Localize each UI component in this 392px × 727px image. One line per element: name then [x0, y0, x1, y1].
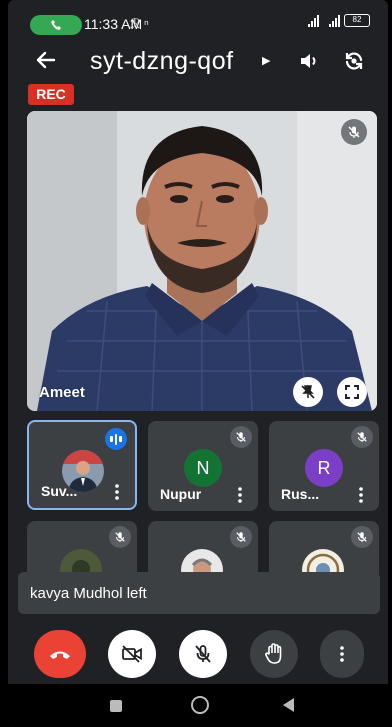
more-vert-icon[interactable]	[359, 487, 363, 503]
avatar: R	[305, 449, 343, 487]
mic-off-icon	[230, 526, 252, 548]
signal-icon-2	[329, 14, 340, 27]
home-button[interactable]	[191, 696, 209, 714]
speaking-icon	[105, 428, 127, 450]
chevron-right-icon[interactable]: ▶	[262, 54, 270, 67]
meet-screen: 11:33 AM ℛ ⁿ 82 syt-dzng-qof ▶ REC Ameet…	[8, 0, 388, 727]
system-navigation-bar	[8, 684, 388, 727]
switch-camera-icon[interactable]	[342, 49, 366, 73]
participant-tile[interactable]: R Rus...	[269, 421, 379, 511]
more-vert-icon	[340, 646, 344, 662]
end-call-button[interactable]	[34, 630, 86, 678]
system-status-icons: 82	[308, 14, 370, 27]
camera-off-icon	[122, 645, 142, 663]
status-bar: 11:33 AM ℛ ⁿ 82	[8, 0, 388, 38]
back-button[interactable]	[283, 698, 294, 712]
battery-icon: 82	[344, 14, 370, 27]
recording-badge: REC	[28, 84, 74, 105]
pin-off-icon[interactable]	[293, 377, 323, 407]
main-video-tile[interactable]: Ameet	[27, 111, 377, 411]
notification-icons: ℛ ⁿ	[130, 16, 149, 31]
participant-name: Suv...	[41, 483, 78, 499]
participant-name: Rus...	[281, 486, 320, 502]
phone-icon	[51, 20, 61, 30]
mic-off-icon	[351, 426, 373, 448]
raise-hand-icon	[265, 643, 282, 664]
mic-off-icon	[351, 526, 373, 548]
microphone-toggle-button[interactable]	[179, 630, 227, 678]
more-vert-icon[interactable]	[238, 487, 242, 503]
meeting-header: syt-dzng-qof ▶	[8, 40, 388, 84]
recents-button[interactable]	[110, 700, 122, 712]
more-options-button[interactable]	[320, 630, 364, 678]
participant-tile[interactable]: Suv...	[27, 420, 137, 510]
speaker-icon[interactable]	[298, 50, 320, 72]
signal-icon	[308, 14, 319, 27]
participant-name: Nupur	[160, 486, 202, 502]
participant-tile[interactable]: N Nupur	[148, 421, 258, 511]
mic-off-icon	[109, 526, 131, 548]
back-arrow-icon[interactable]	[34, 48, 58, 72]
raise-hand-button[interactable]	[250, 630, 298, 678]
participant-video	[27, 111, 377, 411]
mic-off-icon	[195, 645, 211, 663]
camera-toggle-button[interactable]	[108, 630, 156, 678]
mic-off-icon	[341, 119, 367, 145]
call-controls	[8, 626, 388, 682]
mic-off-icon	[230, 426, 252, 448]
meeting-code[interactable]: syt-dzng-qof	[90, 47, 234, 76]
end-call-icon	[50, 651, 70, 659]
avatar: N	[184, 449, 222, 487]
left-meeting-toast: kavya Mudhol left	[18, 572, 380, 614]
more-vert-icon[interactable]	[115, 484, 119, 500]
participant-name: Ameet	[39, 384, 85, 401]
ongoing-call-indicator[interactable]	[30, 15, 82, 35]
fullscreen-icon[interactable]	[337, 377, 367, 407]
